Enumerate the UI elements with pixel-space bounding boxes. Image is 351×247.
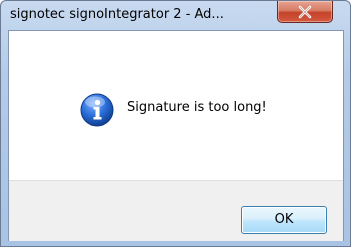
dialog-window: signotec signoIntegrator 2 - Ad... Signa… [0,0,351,247]
close-button[interactable] [277,1,333,23]
info-icon [80,93,114,127]
close-icon [298,5,312,19]
window-title: signotec signoIntegrator 2 - Ad... [10,7,224,22]
dialog-client-area: Signature is too long! OK [8,30,344,241]
title-bar[interactable]: signotec signoIntegrator 2 - Ad... [1,1,350,29]
message-area: Signature is too long! [9,31,343,180]
button-bar: OK [9,180,343,241]
ok-button[interactable]: OK [241,206,327,234]
message-text: Signature is too long! [127,100,267,115]
